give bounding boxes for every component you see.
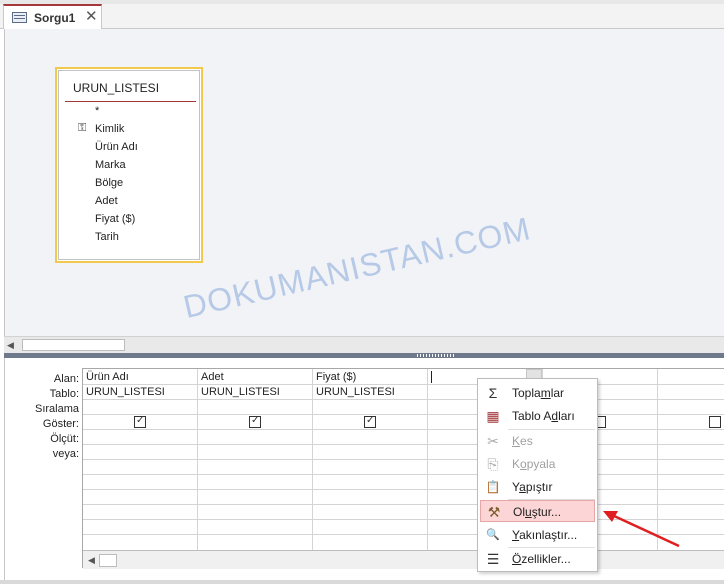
tab-bar-top-strip xyxy=(0,0,724,4)
menu-item-label: Oluştur... xyxy=(513,505,562,519)
grid-vline xyxy=(657,369,658,553)
query-icon xyxy=(12,12,27,23)
menu-item-tablo-adlari[interactable]: ▦ Tablo Adları xyxy=(480,405,595,427)
field-adet[interactable]: Adet xyxy=(95,195,118,207)
paste-icon: 📋 xyxy=(485,480,501,494)
properties-icon: ☰ xyxy=(486,551,500,567)
show-checkbox[interactable] xyxy=(134,415,146,428)
grid-horizontal-scrollbar[interactable]: ◀ xyxy=(83,550,724,569)
grid-hline xyxy=(83,474,724,475)
close-icon[interactable]: ✕ xyxy=(85,8,98,26)
grid-hline xyxy=(83,384,724,385)
menu-item-label: Tablo Adları xyxy=(512,409,575,423)
document-tab-bar: Sorgu1 ✕ xyxy=(0,0,724,29)
show-checkbox[interactable] xyxy=(364,415,376,428)
field-urun-adi[interactable]: Ürün Adı xyxy=(95,141,138,153)
tab-label: Sorgu1 xyxy=(34,11,76,25)
field-fiyat[interactable]: Fiyat ($) xyxy=(95,213,135,225)
menu-item-ozellikler[interactable]: ☰ Özellikler... xyxy=(480,548,595,570)
scrollbar-thumb[interactable] xyxy=(22,339,125,351)
text-cursor xyxy=(431,371,432,383)
grid-hline xyxy=(83,414,724,415)
field-all[interactable]: * xyxy=(95,105,99,117)
row-label-criteria: Ölçüt: xyxy=(50,433,79,445)
bottom-border xyxy=(0,580,724,584)
query-design-grid[interactable]: Ürün Adı URUN_LISTESI Adet URUN_LISTESI … xyxy=(82,368,724,569)
grid-hline xyxy=(83,519,724,520)
row-label-sort: Sıralama: xyxy=(35,403,79,415)
grid-hline xyxy=(83,534,724,535)
menu-item-label: Yakınlaştır... xyxy=(512,528,578,542)
tab-query[interactable]: Sorgu1 ✕ xyxy=(3,4,102,29)
scissors-icon: ✂ xyxy=(487,433,499,449)
row-label-show: Göster: xyxy=(42,418,79,430)
grid-table-cell[interactable]: URUN_LISTESI xyxy=(316,385,395,399)
field-kimlik[interactable]: Kimlik xyxy=(95,123,124,135)
grid-vline xyxy=(427,369,428,553)
show-checkbox[interactable] xyxy=(249,415,261,428)
context-menu: Σ Toplamlar ▦ Tablo Adları ✂ Kes ⎘ Kopya… xyxy=(477,378,598,572)
field-bolge[interactable]: Bölge xyxy=(95,177,123,189)
grid-field-cell[interactable]: Fiyat ($) xyxy=(316,370,356,384)
row-label-or: veya: xyxy=(52,448,79,460)
menu-item-kes[interactable]: ✂ Kes xyxy=(480,430,595,452)
row-label-table: Tablo: xyxy=(49,388,79,400)
grid-hline xyxy=(83,444,724,445)
query-design-upper-pane[interactable]: URUN_LISTESI * ⚿ Kimlik Ürün Adı Marka B… xyxy=(4,29,724,336)
grid-field-cell[interactable]: Ürün Adı xyxy=(86,370,129,384)
table-field-list-inner: URUN_LISTESI * ⚿ Kimlik Ürün Adı Marka B… xyxy=(58,70,200,260)
grid-hline xyxy=(83,459,724,460)
field-tarih[interactable]: Tarih xyxy=(95,231,119,243)
builder-wand-icon: ⚒ xyxy=(487,504,501,520)
menu-item-kopyala[interactable]: ⎘ Kopyala xyxy=(480,453,595,475)
grid-field-cell[interactable]: Adet xyxy=(201,370,224,384)
menu-item-toplamlar[interactable]: Σ Toplamlar xyxy=(480,382,595,404)
table-title[interactable]: URUN_LISTESI xyxy=(73,81,159,95)
sigma-icon: Σ xyxy=(488,385,498,401)
splitter-grip[interactable] xyxy=(417,354,455,357)
primary-key-icon: ⚿ xyxy=(78,122,87,134)
table-title-divider xyxy=(65,101,196,102)
menu-item-yakinlastir[interactable]: 🔍 Yakınlaştır... xyxy=(480,524,595,546)
grid-hline xyxy=(83,399,724,400)
scrollbar-thumb[interactable] xyxy=(99,554,117,567)
grid-table-cell[interactable]: URUN_LISTESI xyxy=(201,385,280,399)
menu-item-label: Özellikler... xyxy=(512,552,571,566)
query-design-grid-pane: Alan: Tablo: Sıralama: Göster: Ölçüt: ve… xyxy=(4,358,724,580)
menu-item-label: Kopyala xyxy=(512,457,556,471)
row-label-field: Alan: xyxy=(53,373,79,385)
menu-item-label: Kes xyxy=(512,434,533,448)
upper-horizontal-scrollbar[interactable]: ◀ xyxy=(4,336,724,353)
grid-table-cell[interactable]: URUN_LISTESI xyxy=(86,385,165,399)
grid-vline xyxy=(312,369,313,553)
show-checkbox[interactable] xyxy=(709,416,721,428)
grid-hline xyxy=(83,489,724,490)
scroll-left-icon[interactable]: ◀ xyxy=(7,340,14,351)
menu-item-yapistir[interactable]: 📋 Yapıştır xyxy=(480,476,595,498)
table-names-icon: ▦ xyxy=(486,408,500,424)
menu-item-olustur[interactable]: ⚒ Oluştur... xyxy=(480,500,595,522)
grid-hline xyxy=(83,429,724,430)
scroll-left-icon[interactable]: ◀ xyxy=(88,555,95,566)
menu-item-label: Toplamlar xyxy=(512,386,565,400)
copy-icon: ⎘ xyxy=(487,456,499,472)
menu-item-label: Yapıştır xyxy=(512,480,553,494)
grid-vline xyxy=(197,369,198,553)
grid-hline xyxy=(83,504,724,505)
table-field-list[interactable]: URUN_LISTESI * ⚿ Kimlik Ürün Adı Marka B… xyxy=(55,67,203,263)
field-marka[interactable]: Marka xyxy=(95,159,126,171)
zoom-icon: 🔍 xyxy=(486,529,500,541)
